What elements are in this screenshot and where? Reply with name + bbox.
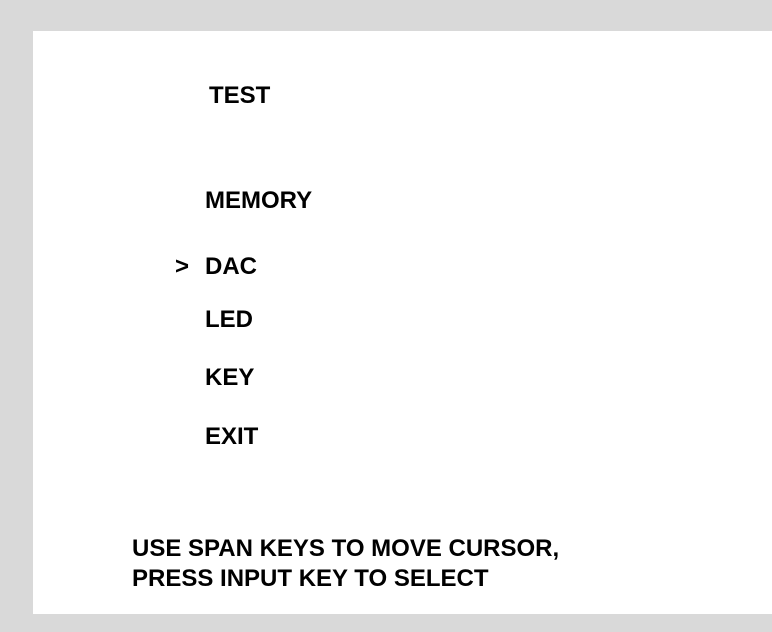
- instructions-line-2: PRESS INPUT KEY TO SELECT: [132, 565, 489, 592]
- menu-item-label: EXIT: [205, 423, 259, 450]
- selection-cursor: >: [175, 253, 190, 280]
- menu-item-key[interactable]: KEY: [205, 364, 254, 392]
- screen-title: TEST: [209, 82, 271, 109]
- menu-item-label: DAC: [205, 253, 257, 280]
- menu-item-label: LED: [205, 306, 253, 333]
- display-frame: TEST MEMORY > DAC LED KEY EXIT USE SPAN …: [0, 0, 772, 632]
- display-screen: TEST MEMORY > DAC LED KEY EXIT USE SPAN …: [33, 31, 772, 614]
- menu-item-memory[interactable]: MEMORY: [205, 187, 312, 215]
- instructions-text: USE SPAN KEYS TO MOVE CURSOR, PRESS INPU…: [132, 534, 559, 594]
- menu-item-label: KEY: [205, 364, 255, 391]
- instructions-line-1: USE SPAN KEYS TO MOVE CURSOR,: [132, 535, 560, 562]
- menu-item-led[interactable]: LED: [205, 306, 253, 334]
- menu-item-exit[interactable]: EXIT: [205, 423, 258, 451]
- menu-item-dac[interactable]: > DAC: [175, 253, 257, 281]
- menu-item-label: MEMORY: [205, 187, 313, 214]
